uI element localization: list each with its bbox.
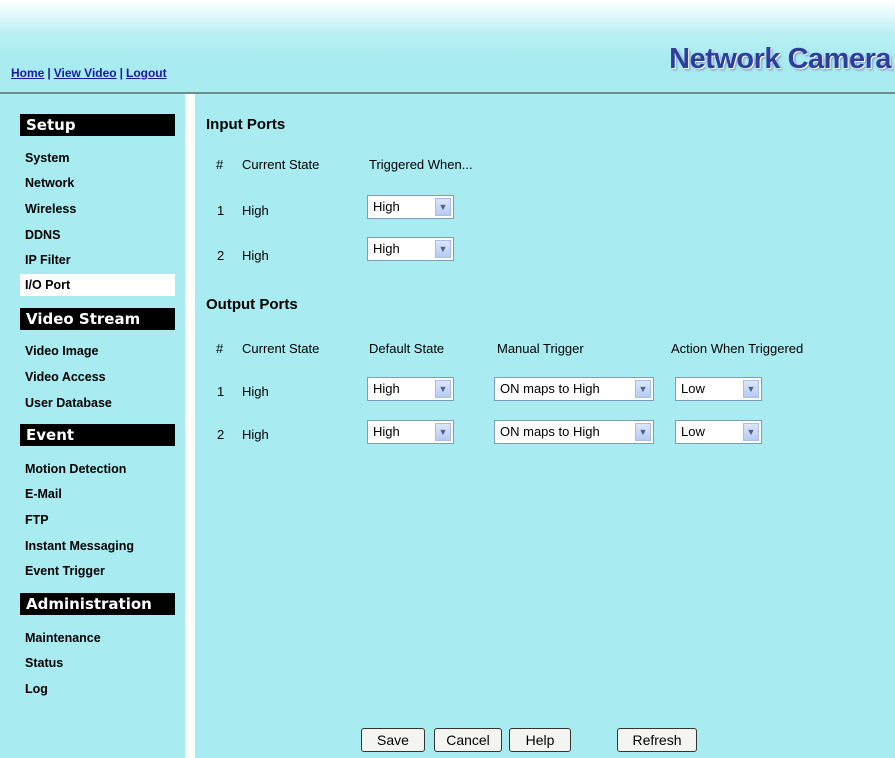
input-header-current-state: Current State	[242, 157, 320, 172]
sidebar-item-user-database[interactable]: User Database	[20, 392, 175, 414]
output-header-action: Action When Triggered	[671, 341, 804, 356]
sidebar-item-video-access[interactable]: Video Access	[20, 366, 175, 388]
select-value: Low	[681, 381, 705, 396]
input-header-num: #	[216, 157, 224, 172]
select-value: Low	[681, 424, 705, 439]
sidebar-section-administration: Administration	[20, 593, 175, 615]
input-2-triggered-when-select[interactable]: High ▼	[367, 237, 454, 261]
main-panel: Input Ports # Current State Triggered Wh…	[195, 94, 895, 758]
input-header-triggered-when: Triggered When...	[369, 157, 473, 172]
sidebar-item-ip-filter[interactable]: IP Filter	[20, 249, 175, 271]
sidebar-item-network[interactable]: Network	[20, 172, 175, 194]
select-value: High	[373, 199, 400, 214]
sidebar: Setup System Network Wireless DDNS IP Fi…	[0, 94, 185, 758]
output-ports-title: Output Ports	[206, 296, 298, 313]
input-row-1-num: 1	[217, 203, 225, 218]
sidebar-item-ftp[interactable]: FTP	[20, 509, 175, 531]
sidebar-item-system[interactable]: System	[20, 147, 175, 169]
input-row-2-current-state: High	[242, 248, 269, 263]
sidebar-item-instant-messaging[interactable]: Instant Messaging	[20, 535, 175, 557]
sidebar-section-setup: Setup	[20, 114, 175, 136]
sidebar-item-maintenance[interactable]: Maintenance	[20, 627, 175, 649]
nav-logout-link[interactable]: Logout	[126, 66, 167, 80]
chevron-down-icon[interactable]: ▼	[635, 423, 651, 441]
output-header-default-state: Default State	[369, 341, 445, 356]
chevron-down-icon[interactable]: ▼	[435, 423, 451, 441]
column-divider	[185, 94, 195, 758]
sidebar-item-log[interactable]: Log	[20, 678, 175, 700]
output-1-default-state-select[interactable]: High ▼	[367, 377, 454, 401]
select-value: ON maps to High	[500, 424, 600, 439]
chevron-down-icon[interactable]: ▼	[743, 380, 759, 398]
input-row-2-num: 2	[217, 248, 225, 263]
nav-separator: |	[47, 66, 51, 80]
select-value: High	[373, 241, 400, 256]
input-row-1-current-state: High	[242, 203, 269, 218]
brand-logo: Network Camera	[669, 43, 891, 75]
sidebar-item-event-trigger[interactable]: Event Trigger	[20, 560, 175, 582]
input-ports-title: Input Ports	[206, 116, 286, 133]
input-1-triggered-when-select[interactable]: High ▼	[367, 195, 454, 219]
output-2-manual-trigger-select[interactable]: ON maps to High ▼	[494, 420, 654, 444]
select-value: ON maps to High	[500, 381, 600, 396]
chevron-down-icon[interactable]: ▼	[435, 240, 451, 258]
chevron-down-icon[interactable]: ▼	[635, 380, 651, 398]
output-2-action-select[interactable]: Low ▼	[675, 420, 762, 444]
output-1-action-select[interactable]: Low ▼	[675, 377, 762, 401]
sidebar-section-event: Event	[20, 424, 175, 446]
sidebar-item-ddns[interactable]: DDNS	[20, 224, 175, 246]
output-row-2-current-state: High	[242, 427, 269, 442]
output-row-1-num: 1	[217, 384, 225, 399]
sidebar-item-io-port[interactable]: I/O Port	[20, 274, 175, 296]
chevron-down-icon[interactable]: ▼	[435, 380, 451, 398]
sidebar-item-video-image[interactable]: Video Image	[20, 340, 175, 362]
output-header-manual-trigger: Manual Trigger	[497, 341, 584, 356]
nav-view-video-link[interactable]: View Video	[54, 66, 117, 80]
sidebar-section-video-stream: Video Stream	[20, 308, 175, 330]
sidebar-item-wireless[interactable]: Wireless	[20, 198, 175, 220]
nav-home-link[interactable]: Home	[11, 66, 44, 80]
chevron-down-icon[interactable]: ▼	[435, 198, 451, 216]
select-value: High	[373, 381, 400, 396]
help-button[interactable]: Help	[509, 728, 571, 752]
output-row-1-current-state: High	[242, 384, 269, 399]
chevron-down-icon[interactable]: ▼	[743, 423, 759, 441]
nav-separator: |	[119, 66, 123, 80]
refresh-button[interactable]: Refresh	[617, 728, 697, 752]
select-value: High	[373, 424, 400, 439]
sidebar-item-status[interactable]: Status	[20, 652, 175, 674]
cancel-button[interactable]: Cancel	[434, 728, 502, 752]
sidebar-item-email[interactable]: E-Mail	[20, 483, 175, 505]
output-2-default-state-select[interactable]: High ▼	[367, 420, 454, 444]
output-row-2-num: 2	[217, 427, 225, 442]
output-header-num: #	[216, 341, 224, 356]
save-button[interactable]: Save	[361, 728, 425, 752]
sidebar-item-motion-detection[interactable]: Motion Detection	[20, 458, 175, 480]
output-1-manual-trigger-select[interactable]: ON maps to High ▼	[494, 377, 654, 401]
output-header-current-state: Current State	[242, 341, 320, 356]
top-nav: Home | View Video | Logout	[11, 66, 167, 80]
